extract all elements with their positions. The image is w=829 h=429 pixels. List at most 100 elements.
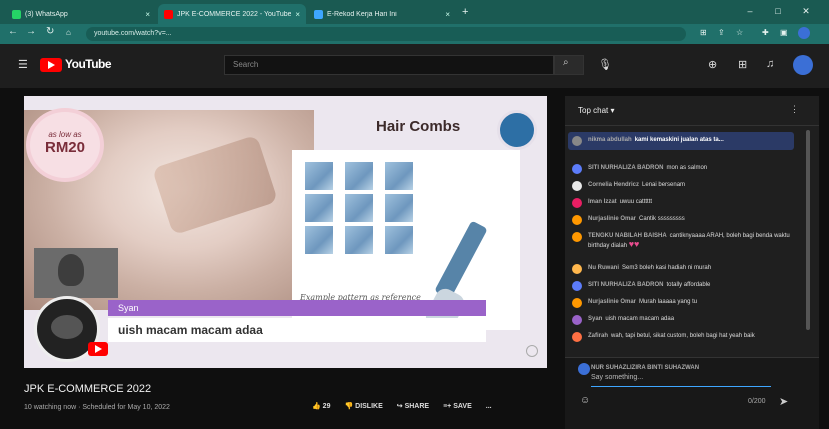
message-text: Lenai bersenam bbox=[642, 182, 686, 188]
search-button[interactable] bbox=[554, 55, 584, 75]
home-icon[interactable]: ⌂ bbox=[66, 28, 71, 37]
maximize-icon[interactable]: □ bbox=[768, 4, 788, 18]
chat-mode-label: Top chat bbox=[578, 106, 609, 115]
mic-icon[interactable]: 🎙 bbox=[598, 58, 612, 71]
url-field[interactable]: youtube.com/watch?v=... bbox=[86, 27, 686, 41]
close-icon[interactable]: × bbox=[445, 10, 450, 19]
back-icon[interactable]: ← bbox=[8, 26, 18, 37]
youtube-icon bbox=[88, 342, 108, 356]
new-tab-button[interactable]: + bbox=[462, 6, 468, 18]
menu-icon[interactable]: ☰ bbox=[18, 58, 28, 71]
dislike-button[interactable]: 👎 DISLIKE bbox=[344, 402, 382, 410]
message-body: Syan uish macam macam adaa bbox=[588, 315, 674, 325]
message-text: kami kemaskini jualan atas ta... bbox=[634, 137, 724, 143]
puzzle-icon[interactable]: ✚ bbox=[762, 28, 769, 37]
message-body: Zafirah wah, tapi betul, sikat custom, bo… bbox=[588, 332, 755, 342]
emoji-icon[interactable]: ☺ bbox=[580, 395, 590, 406]
apps-icon[interactable]: ⊞ bbox=[738, 58, 747, 71]
whatsapp-icon bbox=[12, 9, 21, 19]
message-author: Syan bbox=[588, 316, 603, 322]
share-page-icon[interactable]: ⇪ bbox=[718, 28, 725, 37]
chat-input[interactable]: Say something... bbox=[591, 374, 771, 387]
pinned-message-content: nikma abdullah kami kemaskini jualan atas… bbox=[572, 136, 808, 146]
search-input[interactable]: Search bbox=[224, 55, 554, 75]
tab-label: (3) WhatsApp bbox=[25, 10, 68, 18]
message-body: TENGKU NABILAH BAISHA cantiknyaaaa ARAH, … bbox=[588, 232, 808, 250]
presenter-figure bbox=[58, 254, 84, 286]
more-button[interactable]: ... bbox=[486, 403, 492, 410]
price-prefix: as low as bbox=[48, 130, 82, 139]
chat-message: Syan uish macam macam adaa bbox=[572, 315, 808, 325]
save-button[interactable]: ≡+ SAVE bbox=[443, 403, 472, 410]
avatar bbox=[572, 181, 582, 191]
send-icon[interactable]: ➤ bbox=[779, 395, 788, 408]
share-label: SHARE bbox=[404, 403, 430, 410]
message-author: Nu Ruwani bbox=[588, 265, 619, 271]
overlay-message: uish macam macam adaa bbox=[108, 318, 486, 342]
message-body: Nurjaslinie Omar Cantik sssssssss bbox=[588, 215, 685, 225]
pattern-thumb bbox=[345, 194, 373, 222]
tab-whatsapp[interactable]: (3) WhatsApp × bbox=[6, 4, 156, 24]
pattern-thumb bbox=[305, 226, 333, 254]
create-icon[interactable]: ⊕ bbox=[708, 58, 717, 71]
pattern-grid bbox=[305, 162, 425, 254]
pattern-thumb bbox=[345, 162, 373, 190]
star-icon[interactable]: ☆ bbox=[736, 28, 743, 37]
pattern-thumb bbox=[305, 194, 333, 222]
youtube-logo-text[interactable]: YouTube bbox=[65, 57, 112, 71]
settings-icon[interactable] bbox=[526, 345, 538, 357]
avatar bbox=[578, 363, 590, 375]
tab-erekod[interactable]: E-Rekod Kerja Hari Ini × bbox=[308, 4, 456, 24]
dislike-label: DISLIKE bbox=[355, 403, 383, 410]
price-value: RM20 bbox=[44, 139, 85, 156]
message-body: Iman Izzat uwuu catttttt bbox=[588, 198, 652, 208]
close-icon[interactable]: × bbox=[145, 10, 150, 19]
sidebar-icon[interactable]: ▣ bbox=[780, 28, 788, 37]
brand-logo bbox=[497, 110, 537, 150]
message-author: TENGKU NABILAH BAISHA bbox=[588, 233, 667, 239]
page-icon bbox=[314, 9, 323, 19]
tab-youtube[interactable]: JPK E-COMMERCE 2022 - YouTube × bbox=[158, 4, 306, 24]
forward-icon[interactable]: → bbox=[26, 26, 36, 37]
avatar bbox=[572, 232, 582, 242]
pattern-thumb bbox=[345, 226, 373, 254]
chat-message: TENGKU NABILAH BAISHA cantiknyaaaa ARAH, … bbox=[572, 232, 808, 250]
chat-message: SITI NURHALIZA BADRON mon as salmon bbox=[572, 164, 808, 174]
chat-message: Nu Ruwani Sem3 boleh kasi hadiah ni murah bbox=[572, 264, 808, 274]
avatar[interactable] bbox=[793, 55, 813, 75]
chat-message: SITI NURHALIZA BADRON totally affordable bbox=[572, 281, 808, 291]
close-window-icon[interactable]: ✕ bbox=[796, 4, 816, 18]
message-body: Nu Ruwani Sem3 boleh kasi hadiah ni murah bbox=[588, 264, 711, 274]
chat-message: Cornelia Hendricz Lenai bersenam bbox=[572, 181, 808, 191]
save-label: SAVE bbox=[453, 402, 472, 410]
youtube-logo-icon[interactable] bbox=[40, 58, 62, 72]
close-icon[interactable]: × bbox=[295, 10, 300, 19]
like-button[interactable]: 👍 29 bbox=[312, 402, 330, 410]
chat-message: Iman Izzat uwuu catttttt bbox=[572, 198, 808, 208]
message-author: Iman Izzat bbox=[588, 199, 617, 205]
message-body: SITI NURHALIZA BADRON mon as salmon bbox=[588, 164, 707, 174]
bell-icon[interactable]: ♫ bbox=[766, 58, 774, 70]
message-author: Cornelia Hendricz bbox=[588, 182, 640, 188]
minimize-icon[interactable]: – bbox=[740, 4, 760, 18]
message-author: SITI NURHALIZA BADRON bbox=[588, 282, 664, 288]
tab-label: E-Rekod Kerja Hari Ini bbox=[327, 10, 397, 18]
more-icon[interactable]: ⋮ bbox=[790, 104, 799, 115]
like-count: 29 bbox=[322, 403, 331, 410]
message-author: Nurjaslinie Omar bbox=[588, 216, 637, 222]
heart-emoji-icon: ♥♥ bbox=[628, 239, 640, 249]
message-body: SITI NURHALIZA BADRON totally affordable bbox=[588, 281, 710, 291]
message-text: Cantik sssssssss bbox=[639, 216, 685, 222]
reload-icon[interactable]: ↻ bbox=[46, 26, 54, 37]
message-text: uish macam macam adaa bbox=[605, 316, 675, 322]
message-author: Nurjaslinie Omar bbox=[588, 299, 637, 305]
message-body: Cornelia Hendricz Lenai bersenam bbox=[588, 181, 685, 191]
product-title: Hair Combs bbox=[376, 118, 461, 135]
extension-icon[interactable]: ⊞ bbox=[700, 28, 707, 37]
pattern-thumb bbox=[385, 162, 413, 190]
chat-message: Zafirah wah, tapi betul, sikat custom, bo… bbox=[572, 332, 808, 342]
chat-mode-select[interactable]: Top chat ▾ bbox=[578, 106, 615, 115]
profile-icon[interactable] bbox=[798, 27, 810, 39]
share-button[interactable]: ↪ SHARE bbox=[397, 402, 429, 410]
pattern-thumb bbox=[385, 226, 413, 254]
